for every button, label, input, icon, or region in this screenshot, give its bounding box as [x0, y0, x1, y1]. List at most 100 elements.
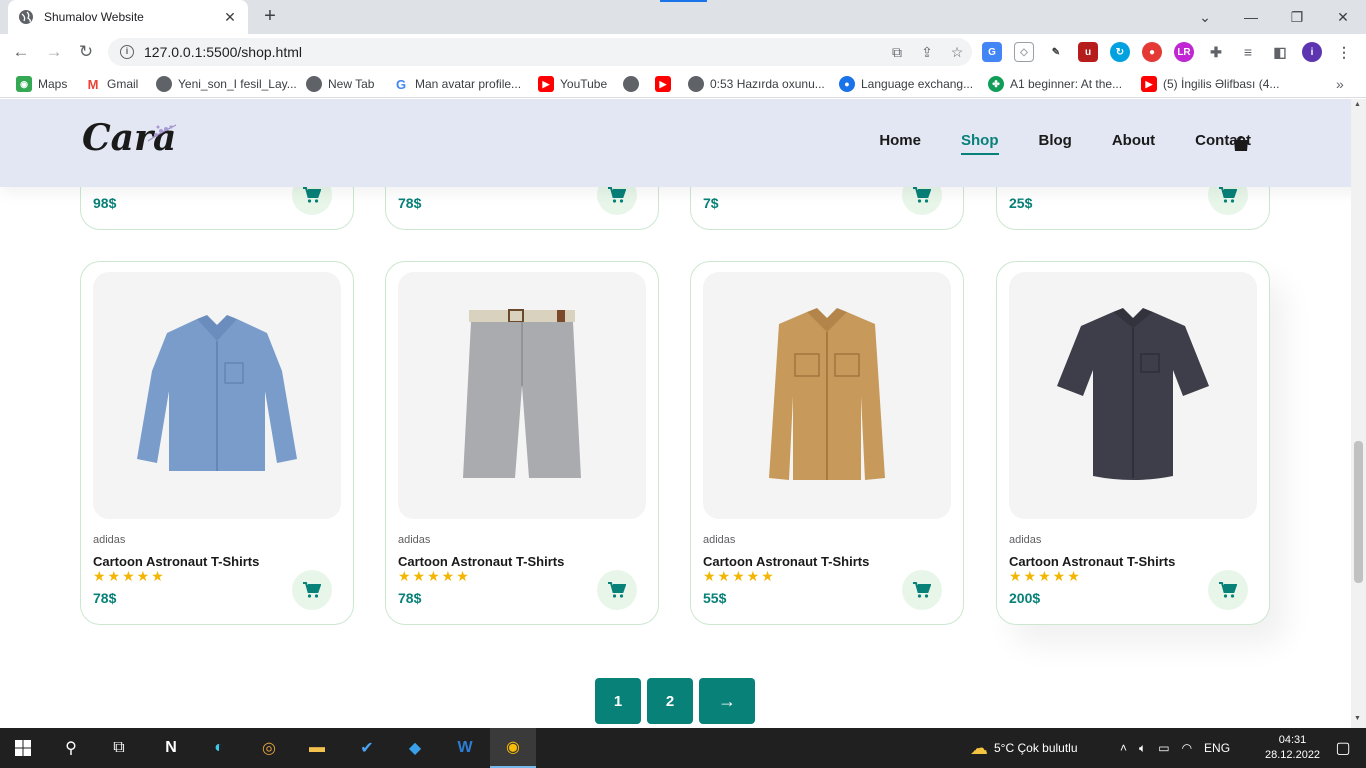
bookmark-globe[interactable]	[623, 76, 645, 92]
language-indicator[interactable]: ENG	[1204, 741, 1230, 755]
product-card[interactable]: adidas Cartoon Astronaut T-Shirts ★★★★★ …	[690, 261, 964, 625]
windows-start-icon[interactable]	[0, 728, 46, 768]
add-to-cart-button[interactable]	[597, 570, 637, 610]
todo-icon[interactable]: ✔	[344, 728, 390, 768]
bookmark-youtube[interactable]: ▶ YouTube	[538, 76, 607, 92]
site-header: Cara Home Shop Blog About Contact	[0, 99, 1366, 187]
product-price: 78$	[398, 195, 422, 211]
bookmark-maps[interactable]: ◉ Maps	[16, 76, 67, 92]
page-1-button[interactable]: 1	[595, 678, 641, 724]
page-2-button[interactable]: 2	[647, 678, 693, 724]
chat-icon: ●	[839, 76, 855, 92]
nav-blog[interactable]: Blog	[1039, 132, 1072, 149]
word-icon[interactable]: W	[442, 728, 488, 768]
record-extension-icon[interactable]: ●	[1142, 42, 1162, 62]
minimize-button[interactable]: —	[1228, 0, 1274, 34]
restore-button[interactable]: ❐	[1274, 0, 1320, 34]
add-to-cart-button[interactable]	[292, 570, 332, 610]
bookmark-ingilis[interactable]: ▶ (5) İngilis Əlifbası (4...	[1141, 76, 1279, 92]
volume-icon[interactable]: 🔈︎	[1139, 741, 1146, 756]
clock-date: 28.12.2022	[1265, 749, 1321, 761]
bookmark-yeni-son[interactable]: Yeni_son_I fesil_Lay...	[156, 76, 297, 92]
menu-kebab-icon[interactable]: ⋮	[1334, 42, 1354, 62]
edge-icon[interactable]: ◐	[196, 728, 242, 768]
address-bar[interactable]: i 127.0.0.1:5500/shop.html ⧉ ⇪ ☆	[108, 38, 972, 66]
scrollbar-thumb[interactable]	[1354, 441, 1363, 583]
windows-taskbar: ⚲ ⧉ N ◐ ◎ ▬ ✔ ◆ W ◉ ☁ 5°C Çok bulutlu ˄ …	[0, 728, 1366, 768]
rating-stars-icon: ★★★★★	[398, 568, 471, 584]
product-price: 78$	[93, 590, 117, 606]
refresh-extension-icon[interactable]: ↻	[1110, 42, 1130, 62]
chevron-up-icon[interactable]: ˄	[1120, 741, 1127, 755]
media-player-icon[interactable]: ◎	[246, 728, 292, 768]
add-to-cart-button[interactable]	[902, 570, 942, 610]
nav-shop[interactable]: Shop	[961, 132, 999, 155]
search-icon[interactable]: ⚲	[48, 728, 94, 768]
scroll-up-icon[interactable]: ▲	[1354, 101, 1361, 108]
file-explorer-icon[interactable]: ▬	[294, 728, 340, 768]
clock[interactable]: 04:31 28.12.2022	[1265, 728, 1320, 768]
bookmark-language-exchange[interactable]: ● Language exchang...	[839, 76, 973, 92]
add-to-cart-button[interactable]	[1208, 570, 1248, 610]
vscode-icon[interactable]: ◆	[392, 728, 438, 768]
nav-about[interactable]: About	[1112, 132, 1155, 149]
translate-icon[interactable]: ⧉	[882, 44, 912, 61]
chrome-icon[interactable]: ◉	[490, 728, 536, 768]
cart-icon	[608, 582, 626, 598]
bookmark-hazirda[interactable]: 0:53 Hazırda oxunu...	[688, 76, 825, 92]
notion-icon[interactable]: N	[148, 728, 194, 768]
bookmark-new-tab[interactable]: New Tab	[306, 76, 374, 92]
product-name: Cartoon Astronaut T-Shirts	[398, 554, 565, 569]
browser-tab[interactable]: Shumalov Website ✕	[8, 0, 248, 34]
site-info-icon[interactable]: i	[120, 45, 134, 59]
bookmark-youtube-2[interactable]: ▶	[655, 76, 677, 92]
bookmark-gmail[interactable]: M Gmail	[85, 76, 138, 92]
reload-icon[interactable]: ↻	[73, 39, 99, 65]
pagination: 1 2 →	[595, 678, 755, 724]
product-brand: adidas	[1009, 534, 1042, 546]
profile-avatar[interactable]: i	[1302, 42, 1322, 62]
new-tab-button[interactable]: +	[258, 5, 282, 29]
product-price: 55$	[703, 590, 727, 606]
rating-stars-icon: ★★★★★	[93, 568, 166, 584]
bookmark-man-avatar[interactable]: G Man avatar profile...	[393, 76, 521, 92]
battery-icon[interactable]: ▭	[1158, 741, 1169, 755]
puzzle-extensions-icon[interactable]: ✚	[1206, 42, 1226, 62]
share-icon[interactable]: ⇪	[912, 44, 942, 61]
notifications-icon[interactable]: ▢	[1320, 728, 1366, 768]
side-panel-icon[interactable]: ◧	[1270, 42, 1290, 62]
close-window-button[interactable]: ✕	[1320, 0, 1366, 34]
next-page-button[interactable]: →	[699, 678, 755, 724]
product-name: Cartoon Astronaut T-Shirts	[93, 554, 260, 569]
page-scrollbar[interactable]: ▲ ▼	[1351, 99, 1366, 728]
google-translate-extension-icon[interactable]: G	[982, 42, 1002, 62]
product-brand: adidas	[398, 534, 431, 546]
weather-widget[interactable]: ☁ 5°C Çok bulutlu	[970, 728, 1078, 768]
product-image	[703, 272, 951, 519]
wifi-icon[interactable]: ◠	[1182, 741, 1192, 755]
rating-stars-icon: ★★★★★	[703, 568, 776, 584]
close-tab-icon[interactable]: ✕	[222, 9, 238, 26]
bookmarks-bar: ◉ Maps M Gmail Yeni_son_I fesil_Lay... New…	[0, 70, 1366, 98]
back-icon[interactable]: ←	[8, 39, 34, 65]
gmail-icon: M	[85, 76, 101, 92]
scroll-down-icon[interactable]: ▼	[1354, 715, 1361, 722]
reading-list-icon[interactable]: ≡	[1238, 42, 1258, 62]
task-view-icon[interactable]: ⧉	[96, 728, 142, 768]
eyedropper-extension-icon[interactable]: ✎	[1046, 42, 1066, 62]
cart-icon	[1219, 582, 1237, 598]
more-bookmarks-icon[interactable]: »	[1336, 76, 1344, 92]
ublock-extension-icon[interactable]: u	[1078, 42, 1098, 62]
product-card[interactable]: adidas Cartoon Astronaut T-Shirts ★★★★★ …	[80, 261, 354, 625]
bookmark-star-icon[interactable]: ☆	[942, 44, 972, 61]
bookmark-a1-beginner[interactable]: ✤ A1 beginner: At the...	[988, 76, 1122, 92]
product-card[interactable]: adidas Cartoon Astronaut T-Shirts ★★★★★ …	[385, 261, 659, 625]
shield-extension-icon[interactable]: ◇	[1014, 42, 1034, 62]
shopping-bag-icon[interactable]	[1233, 135, 1249, 152]
forward-icon[interactable]: →	[41, 39, 67, 65]
tab-search-icon[interactable]: ⌄	[1182, 0, 1228, 34]
lr-extension-icon[interactable]: LR	[1174, 42, 1194, 62]
nav-home[interactable]: Home	[879, 132, 921, 149]
cart-icon	[913, 187, 931, 203]
product-card[interactable]: adidas Cartoon Astronaut T-Shirts ★★★★★ …	[996, 261, 1270, 625]
